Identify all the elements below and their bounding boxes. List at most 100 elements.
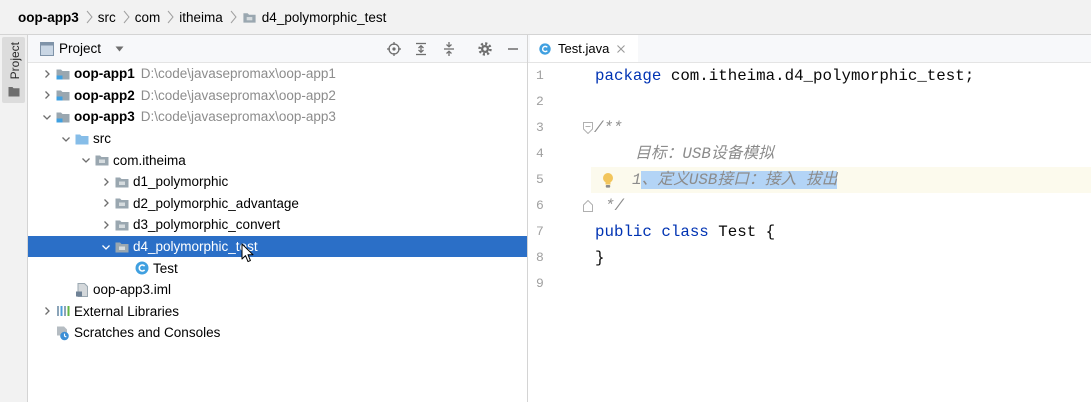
comment: */ xyxy=(605,197,624,215)
keyword: public xyxy=(595,223,652,241)
tree-item-scratches[interactable]: Scratches and Consoles xyxy=(28,322,527,344)
code-line-3: /** xyxy=(594,115,622,141)
breadcrumb-item-itheima[interactable]: itheima xyxy=(179,10,223,25)
fold-start-icon[interactable] xyxy=(583,122,593,134)
tree-item-d2[interactable]: d2_polymorphic_advantage xyxy=(28,193,527,215)
tree-item-com-itheima[interactable]: com.itheima xyxy=(28,149,527,171)
java-class-icon xyxy=(134,260,150,276)
library-icon xyxy=(55,303,71,319)
scratches-icon xyxy=(55,325,71,341)
class-name: Test xyxy=(718,223,757,241)
chevron-down-icon[interactable] xyxy=(78,152,94,168)
tree-item-path: D:\code\javasepromax\oop-app3 xyxy=(140,109,336,125)
fold-end-icon[interactable] xyxy=(583,200,593,212)
collapse-all-icon[interactable] xyxy=(441,41,457,57)
close-icon[interactable] xyxy=(617,44,626,53)
tree-item-label: Scratches and Consoles xyxy=(74,325,221,341)
project-panel-header: Project xyxy=(28,35,527,63)
tree-item-label: d4_polymorphic_test xyxy=(133,239,258,255)
keyword: package xyxy=(595,67,662,85)
tree-item-path: D:\code\javasepromax\oop-app1 xyxy=(140,66,336,82)
line-number: 4 xyxy=(536,146,544,161)
lightbulb-icon[interactable] xyxy=(601,172,615,189)
package-name: com.itheima.d4_polymorphic_test; xyxy=(670,67,975,85)
line-number: 2 xyxy=(536,94,544,109)
tree-item-external-libraries[interactable]: External Libraries xyxy=(28,301,527,323)
module-file-icon xyxy=(74,282,90,298)
chevron-down-icon[interactable] xyxy=(98,239,114,255)
project-tool-label: Project xyxy=(8,42,22,80)
tree-item-d1[interactable]: d1_polymorphic xyxy=(28,171,527,193)
project-tool-button[interactable]: Project xyxy=(2,37,25,103)
module-folder-icon xyxy=(55,109,71,125)
hide-icon[interactable] xyxy=(505,41,521,57)
source-folder-icon xyxy=(74,131,90,147)
code-line-8: } xyxy=(595,245,604,271)
expand-all-icon[interactable] xyxy=(413,41,429,57)
code-line-6: */ xyxy=(605,193,624,219)
comment: /** xyxy=(594,119,623,137)
tree-item-oop-app1[interactable]: oop-app1 D:\code\javasepromax\oop-app1 xyxy=(28,63,527,85)
brace: } xyxy=(595,249,605,267)
chevron-right-icon xyxy=(230,10,237,24)
package-folder-icon xyxy=(114,239,130,255)
chevron-right-icon[interactable] xyxy=(39,87,55,103)
line-number: 9 xyxy=(536,276,544,291)
tree-item-d4-selected[interactable]: d4_polymorphic_test xyxy=(28,235,527,258)
tree-item-oop-app3[interactable]: oop-app3 D:\code\javasepromax\oop-app3 xyxy=(28,106,527,128)
chevron-down-icon[interactable] xyxy=(39,109,55,125)
module-folder-icon xyxy=(55,87,71,103)
chevron-right-icon[interactable] xyxy=(39,66,55,82)
breadcrumb-item-package[interactable]: d4_polymorphic_test xyxy=(262,10,387,25)
project-view-selector[interactable]: Project xyxy=(59,35,101,62)
breadcrumb-item-com[interactable]: com xyxy=(135,10,161,25)
chevron-right-icon[interactable] xyxy=(98,174,114,190)
code-area[interactable]: 1 2 3 4 5 6 7 8 9 package com.itheima.d4… xyxy=(528,63,1091,401)
code-line-5: 1、定义USB接口：接入 拔出 xyxy=(632,167,838,193)
locate-icon[interactable] xyxy=(386,41,402,57)
project-window-icon xyxy=(40,42,54,56)
tree-item-iml[interactable]: oop-app3.iml xyxy=(28,279,527,301)
breadcrumb-item-src[interactable]: src xyxy=(98,10,116,25)
code-line-4: 目标：USB设备模拟 xyxy=(635,141,774,167)
chevron-right-icon xyxy=(123,10,130,24)
selected-text: 、定义USB接口：接入 拔出 xyxy=(641,171,838,189)
chevron-right-icon[interactable] xyxy=(98,217,114,233)
chevron-right-icon xyxy=(86,10,93,24)
tree-item-path: D:\code\javasepromax\oop-app2 xyxy=(140,87,336,103)
tree-item-label: oop-app3 xyxy=(74,109,135,125)
tree-item-label: Test xyxy=(153,260,178,276)
tree-item-label: oop-app2 xyxy=(74,87,135,103)
code-line-1: package com.itheima.d4_polymorphic_test; xyxy=(595,63,974,89)
package-folder-icon xyxy=(114,217,130,233)
tree-item-oop-app2[interactable]: oop-app2 D:\code\javasepromax\oop-app2 xyxy=(28,85,527,107)
tree-item-label: oop-app3.iml xyxy=(93,282,172,298)
chevron-right-icon[interactable] xyxy=(98,195,114,211)
editor-tab-bar: Test.java xyxy=(528,35,1091,63)
code-editor: Test.java 1 2 3 4 5 6 7 8 9 package com.… xyxy=(527,35,1091,402)
dropdown-arrow-icon[interactable] xyxy=(115,46,124,52)
tree-item-d3[interactable]: d3_polymorphic_convert xyxy=(28,214,527,236)
comment: 目标：USB设备模拟 xyxy=(635,145,775,163)
tree-item-test-class[interactable]: Test xyxy=(28,257,527,279)
tab-test-java[interactable]: Test.java xyxy=(530,35,638,62)
tree-item-src[interactable]: src xyxy=(28,128,527,150)
tree-item-label: d1_polymorphic xyxy=(133,174,229,190)
folder-icon xyxy=(8,86,20,97)
tree-item-label: oop-app1 xyxy=(74,66,135,82)
tree-item-label: d2_polymorphic_advantage xyxy=(133,195,299,211)
package-folder-icon xyxy=(114,174,130,190)
chevron-down-icon[interactable] xyxy=(58,131,74,147)
tab-label: Test.java xyxy=(558,41,610,56)
chevron-right-icon[interactable] xyxy=(39,303,55,319)
tree-item-label: External Libraries xyxy=(74,303,180,319)
line-number: 5 xyxy=(536,172,544,187)
code-line-7: public class Test { xyxy=(595,219,775,245)
gear-icon[interactable] xyxy=(477,41,493,57)
breadcrumb-item-project[interactable]: oop-app3 xyxy=(18,10,79,25)
java-class-icon xyxy=(538,42,552,56)
project-tree: oop-app1 D:\code\javasepromax\oop-app1 o… xyxy=(28,63,527,344)
line-number: 3 xyxy=(536,120,544,135)
